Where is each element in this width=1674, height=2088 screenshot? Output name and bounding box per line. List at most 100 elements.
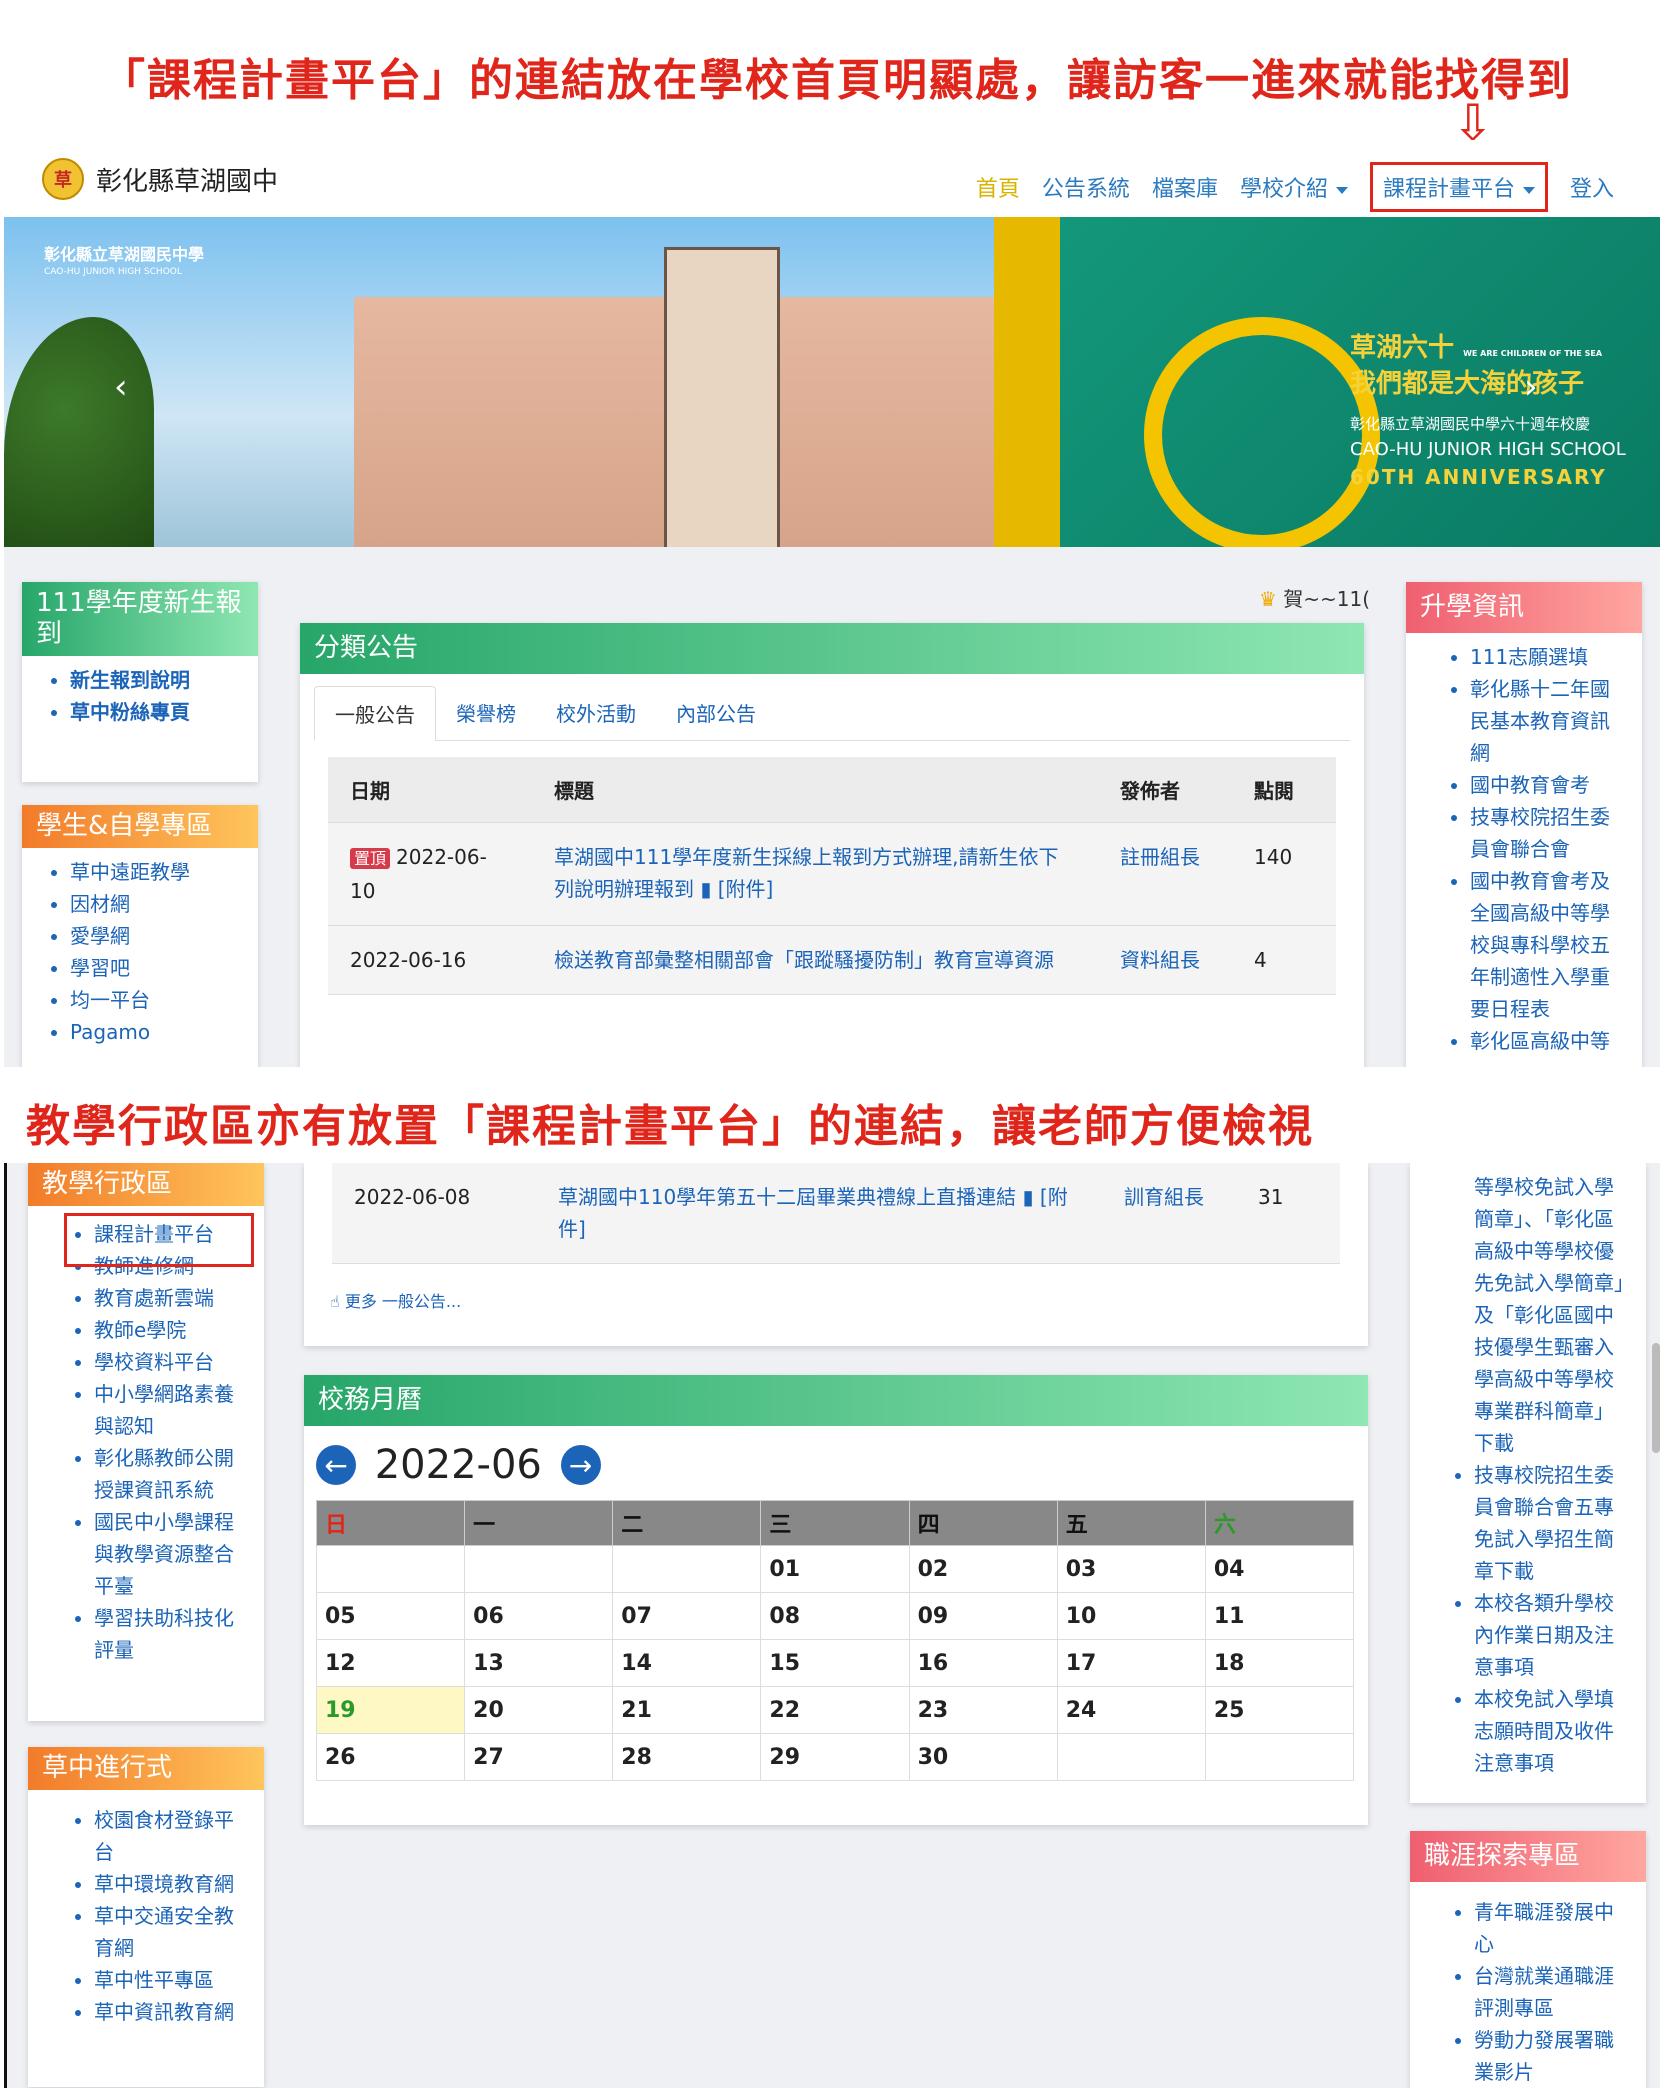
admission-list: 111志願選填 彰化縣十二年國民基本教育資訊網 國中教育會考 技專校院招生委員會… (1406, 641, 1642, 1057)
calendar-day[interactable]: 29 (760, 1733, 910, 1782)
calendar-day[interactable]: 07 (612, 1592, 762, 1641)
list-item[interactable]: 本校免試入學填志願時間及收件注意事項 (1474, 1683, 1630, 1779)
list-item[interactable]: 青年職涯發展中心 (1474, 1896, 1630, 1960)
tab-outside[interactable]: 校外活動 (536, 686, 656, 740)
list-item[interactable]: 勞動力發展署職業影片 (1474, 2024, 1630, 2088)
upper-content: 111學年度新生報到 新生報到說明 草中粉絲專頁 學生&自學專區 草中遠距教學 … (4, 547, 1660, 1067)
list-item[interactable]: 本校各類升學校內作業日期及注意事項 (1474, 1587, 1630, 1683)
announcement-link[interactable]: 草湖國中111學年度新生採線上報到方式辦理,請新生依下列說明辦理報到 (554, 845, 1059, 901)
tab-honor[interactable]: 榮譽榜 (436, 686, 536, 740)
list-item[interactable]: 草中資訊教育網 (94, 1996, 250, 2028)
calendar-day[interactable]: 24 (1056, 1686, 1206, 1735)
hero-line5: 60TH ANNIVERSARY (1350, 465, 1607, 489)
calendar-day[interactable]: 20 (464, 1686, 614, 1735)
tab-general[interactable]: 一般公告 (314, 686, 436, 742)
col-author: 發佈者 (1098, 757, 1232, 824)
calendar-day[interactable]: 01 (760, 1545, 910, 1594)
calendar-header: ← 2022-06 → (316, 1440, 1368, 1488)
menu-home[interactable]: 首頁 (976, 171, 1020, 203)
carousel-next-icon[interactable]: › (1524, 367, 1538, 407)
list-item[interactable]: 草中環境教育網 (94, 1868, 250, 1900)
calendar-day[interactable]: 03 (1056, 1545, 1206, 1594)
middle-caption: 教學行政區亦有放置「課程計畫平台」的連結，讓老師方便檢視 (26, 1101, 1314, 1152)
list-item[interactable]: 中小學網路素養與認知 (94, 1378, 250, 1442)
list-item[interactable]: 111志願選填 (1470, 641, 1626, 673)
calendar-day[interactable]: 12 (315, 1639, 466, 1688)
list-item[interactable]: 彰化縣十二年國民基本教育資訊網 (1470, 673, 1626, 769)
list-item[interactable]: 新生報到說明 (70, 664, 258, 696)
list-item[interactable]: 技專校院招生委員會聯合會 (1470, 801, 1626, 865)
more-link[interactable]: ☝ 更多 一般公告... (330, 1288, 1368, 1312)
list-item[interactable]: 學習吧 (70, 952, 258, 984)
calendar-day[interactable]: 09 (908, 1592, 1058, 1641)
list-item[interactable]: 台灣就業通職涯評測專區 (1474, 1960, 1630, 2024)
menu-login[interactable]: 登入 (1570, 171, 1614, 203)
admission-continued-text[interactable]: 等學校免試入學簡章」、「彰化區高級中等學校優先免試入學簡章」及「彰化區國中技優學… (1410, 1163, 1646, 1459)
calendar-day[interactable]: 21 (612, 1686, 762, 1735)
file-icon: ▮ (1022, 1185, 1034, 1209)
list-item[interactable]: 彰化縣教師公開授課資訊系統 (94, 1442, 250, 1506)
author-link[interactable]: 訓育組長 (1124, 1185, 1204, 1209)
list-item[interactable]: 草中粉絲專頁 (70, 696, 258, 728)
calendar-day[interactable]: 19 (315, 1686, 466, 1735)
list-item[interactable]: 草中交通安全教育網 (94, 1900, 250, 1964)
calendar-day[interactable]: 08 (760, 1592, 910, 1641)
author-link[interactable]: 註冊組長 (1120, 845, 1200, 869)
career-list: 青年職涯發展中心 台灣就業通職涯評測專區 勞動力發展署職業影片 (1410, 1896, 1646, 2088)
menu-file-library[interactable]: 檔案庫 (1152, 171, 1218, 203)
list-item[interactable]: 愛學網 (70, 920, 258, 952)
list-item[interactable]: Pagamo (70, 1016, 258, 1048)
list-item[interactable]: 國民中小學課程與教學資源整合平臺 (94, 1506, 250, 1602)
calendar-day[interactable]: 23 (908, 1686, 1058, 1735)
calendar-day[interactable]: 17 (1056, 1639, 1206, 1688)
prev-month-icon[interactable]: ← (316, 1445, 356, 1486)
calendar-day[interactable]: 30 (908, 1733, 1058, 1782)
list-item[interactable]: 因材網 (70, 888, 258, 920)
hero-banner[interactable]: 彰化縣立草湖國民中學 CAO-HU JUNIOR HIGH SCHOOL 草湖六… (4, 217, 1660, 547)
menu-school-intro[interactable]: 學校介紹 (1240, 171, 1348, 203)
list-item[interactable]: 學習扶助科技化評量 (94, 1602, 250, 1666)
list-item[interactable]: 校園食材登錄平台 (94, 1804, 250, 1868)
list-item[interactable]: 技專校院招生委員會聯合會五專免試入學招生簡章下載 (1474, 1459, 1630, 1587)
calendar-day[interactable]: 27 (464, 1733, 614, 1782)
list-item[interactable]: 均一平台 (70, 984, 258, 1016)
list-item[interactable]: 學校資料平台 (94, 1346, 250, 1378)
calendar-week-row: 19 20 21 22 23 24 25 (315, 1686, 1355, 1735)
calendar-day[interactable]: 28 (612, 1733, 762, 1782)
announcement-link[interactable]: 檢送教育部彙整相關部會「跟蹤騷擾防制」教育宣導資源 (554, 948, 1054, 972)
list-item[interactable]: 草中性平專區 (94, 1964, 250, 1996)
list-item[interactable]: 教師e學院 (94, 1314, 250, 1346)
calendar-day[interactable]: 18 (1204, 1639, 1355, 1688)
menu-announcements[interactable]: 公告系統 (1042, 171, 1130, 203)
calendar-day[interactable]: 10 (1056, 1592, 1206, 1641)
list-item[interactable]: 國中教育會考 (1470, 769, 1626, 801)
calendar-day[interactable]: 05 (315, 1592, 466, 1641)
list-item[interactable]: 彰化區高級中等 (1470, 1025, 1626, 1057)
calendar-day[interactable]: 06 (464, 1592, 614, 1641)
calendar-day[interactable]: 26 (315, 1733, 466, 1782)
calendar-day[interactable]: 25 (1204, 1686, 1355, 1735)
calendar-day[interactable]: 13 (464, 1639, 614, 1688)
list-item[interactable]: 教育處新雲端 (94, 1282, 250, 1314)
table-row: 2022-06-08 草湖國中110學年第五十二屆畢業典禮線上直播連結 ▮ [附… (332, 1163, 1340, 1264)
calendar-day[interactable]: 22 (760, 1686, 910, 1735)
author-link[interactable]: 資料組長 (1120, 948, 1200, 972)
calendar-day[interactable]: 15 (760, 1639, 910, 1688)
self-learning-list: 草中遠距教學 因材網 愛學網 學習吧 均一平台 Pagamo (22, 856, 258, 1048)
calendar-day (1204, 1733, 1355, 1782)
scrollbar[interactable] (1652, 1343, 1660, 1453)
calendar-day[interactable]: 04 (1204, 1545, 1355, 1594)
calendar-day[interactable]: 11 (1204, 1592, 1355, 1641)
brand[interactable]: 草 彰化縣草湖國中 (42, 158, 278, 200)
tab-internal[interactable]: 內部公告 (656, 686, 776, 740)
calendar-day[interactable]: 14 (612, 1639, 762, 1688)
announcement-link[interactable]: 草湖國中110學年第五十二屆畢業典禮線上直播連結 (558, 1185, 1016, 1209)
calendar-day[interactable]: 02 (908, 1545, 1058, 1594)
attachment-link[interactable]: [附件] (718, 877, 774, 901)
carousel-prev-icon[interactable]: ‹ (114, 367, 128, 407)
calendar-day[interactable]: 16 (908, 1639, 1058, 1688)
list-item[interactable]: 國中教育會考及全國高級中等學校與專科學校五年制適性入學重要日程表 (1470, 865, 1626, 1025)
next-month-icon[interactable]: → (560, 1445, 601, 1486)
menu-curriculum-platform[interactable]: 課程計畫平台 (1369, 162, 1548, 212)
list-item[interactable]: 草中遠距教學 (70, 856, 258, 888)
